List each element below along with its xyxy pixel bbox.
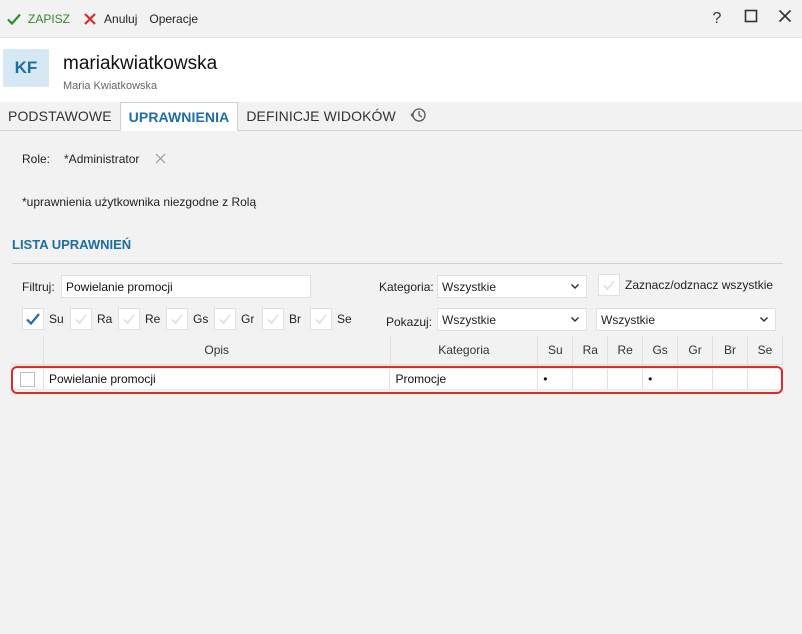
right-filter-se[interactable]: Se	[310, 308, 353, 330]
history-icon	[409, 106, 427, 127]
roles-row: Role: *Administrator	[22, 151, 166, 167]
checkbox-gr[interactable]	[214, 308, 236, 330]
right-filter-br[interactable]: Br	[262, 308, 305, 330]
cell-su[interactable]: •	[538, 369, 574, 389]
username-title: mariakwiatkowska	[63, 53, 218, 74]
operations-menu[interactable]: Operacje	[143, 0, 204, 37]
column-header-ra[interactable]: Ra	[573, 336, 609, 364]
checkbox-br[interactable]	[262, 308, 284, 330]
remove-role-icon[interactable]	[155, 151, 166, 167]
show-select-secondary-value: Wszystkie	[601, 312, 655, 327]
rights-filter-row: Su Ra Re Gs Gr Br Se	[22, 308, 358, 330]
section-title: LISTA UPRAWNIEŃ	[12, 237, 132, 252]
show-label: Pokazuj:	[386, 315, 433, 329]
column-header-br[interactable]: Br	[713, 336, 749, 364]
category-select-value: Wszystkie	[442, 279, 496, 294]
save-button[interactable]: ZAPISZ	[0, 0, 76, 37]
cell-kategoria: Promocje	[390, 369, 539, 389]
checkbox-su[interactable]	[22, 308, 44, 330]
roles-label: Role:	[22, 152, 51, 166]
tab-definicje-widokow[interactable]: DEFINICJE WIDOKÓW	[238, 102, 403, 130]
cell-re[interactable]	[608, 369, 644, 389]
toolbar: ZAPISZ Anuluj Operacje ?	[0, 0, 802, 37]
mismatch-note: *uprawnienia użytkownika niezgodne z Rol…	[22, 195, 257, 209]
toggle-all[interactable]: Zaznacz/odznacz wszystkie	[598, 274, 773, 296]
cell-gr[interactable]	[678, 369, 714, 389]
save-label: ZAPISZ	[28, 11, 71, 26]
cell-ra[interactable]	[573, 369, 609, 389]
row-checkbox[interactable]	[19, 371, 35, 387]
cell-se[interactable]	[748, 369, 784, 389]
table-row[interactable]: Powielanie promocji Promocje • •	[12, 369, 784, 390]
maximize-button[interactable]	[734, 0, 768, 37]
right-filter-gr[interactable]: Gr	[214, 308, 257, 330]
right-filter-ra[interactable]: Ra	[70, 308, 113, 330]
row-checkbox-cell[interactable]	[12, 369, 44, 389]
window-controls: ?	[700, 0, 802, 37]
operations-label: Operacje	[149, 11, 199, 26]
cell-br[interactable]	[713, 369, 749, 389]
grid-header: Opis Kategoria Su Ra Re Gs Gr Br Se	[12, 336, 783, 365]
chevron-down-icon	[759, 314, 769, 327]
help-button[interactable]: ?	[700, 0, 734, 37]
right-filter-su[interactable]: Su	[22, 308, 65, 330]
right-label-gs: Gs	[193, 312, 209, 326]
right-filter-re[interactable]: Re	[118, 308, 161, 330]
help-icon: ?	[712, 9, 722, 27]
chevron-down-icon	[570, 281, 580, 294]
permissions-grid: Opis Kategoria Su Ra Re Gs Gr Br Se Powi…	[11, 336, 784, 394]
avatar: KF	[3, 49, 49, 87]
checkbox-gs[interactable]	[166, 308, 188, 330]
column-header-kategoria[interactable]: Kategoria	[391, 336, 539, 364]
show-select[interactable]: Wszystkie	[437, 308, 587, 331]
right-label-ra: Ra	[97, 312, 113, 326]
right-label-se: Se	[337, 312, 352, 326]
column-header-select	[12, 336, 44, 364]
column-header-se[interactable]: Se	[748, 336, 783, 364]
toggle-all-checkbox[interactable]	[598, 274, 620, 296]
checkmark-icon	[6, 11, 22, 27]
tab-podstawowe[interactable]: PODSTAWOWE	[0, 102, 120, 130]
cell-opis: Powielanie promocji	[44, 369, 391, 389]
show-select-secondary[interactable]: Wszystkie	[596, 308, 776, 331]
column-header-re[interactable]: Re	[608, 336, 644, 364]
show-select-value: Wszystkie	[442, 312, 496, 327]
role-value: *Administrator	[64, 152, 140, 166]
user-edit-window: ZAPISZ Anuluj Operacje ? KF mariakwiatko…	[0, 0, 802, 634]
column-header-opis[interactable]: Opis	[44, 336, 391, 364]
category-label: Kategoria:	[379, 280, 434, 294]
right-label-su: Su	[49, 312, 64, 326]
checkbox-se[interactable]	[310, 308, 332, 330]
history-tab-button[interactable]	[404, 102, 432, 130]
maximize-icon	[744, 9, 758, 28]
close-icon	[82, 11, 98, 27]
cell-gs[interactable]: •	[643, 369, 679, 389]
fullname-subtitle: Maria Kwiatkowska	[63, 80, 158, 92]
filter-label: Filtruj:	[22, 280, 55, 294]
checkbox-re[interactable]	[118, 308, 140, 330]
right-label-re: Re	[145, 312, 161, 326]
permissions-panel: Role: *Administrator *uprawnienia użytko…	[0, 131, 802, 634]
user-header: KF mariakwiatkowska Maria Kwiatkowska	[0, 37, 802, 102]
right-label-gr: Gr	[241, 312, 255, 326]
filter-input[interactable]	[61, 275, 311, 298]
toggle-all-label: Zaznacz/odznacz wszystkie	[625, 278, 774, 292]
tab-uprawnienia[interactable]: UPRAWNIENIA	[119, 102, 239, 131]
category-select[interactable]: Wszystkie	[437, 275, 587, 298]
cancel-label: Anuluj	[104, 11, 138, 26]
right-label-br: Br	[289, 312, 301, 326]
section-divider	[12, 263, 783, 264]
tab-bar: PODSTAWOWE UPRAWNIENIA DEFINICJE WIDOKÓW	[0, 102, 802, 131]
close-window-button[interactable]	[768, 0, 802, 37]
column-header-gr[interactable]: Gr	[678, 336, 714, 364]
close-window-icon	[778, 9, 792, 28]
right-filter-gs[interactable]: Gs	[166, 308, 209, 330]
column-header-gs[interactable]: Gs	[643, 336, 679, 364]
cancel-button[interactable]: Anuluj	[76, 0, 143, 37]
chevron-down-icon	[570, 314, 580, 327]
column-header-su[interactable]: Su	[538, 336, 574, 364]
checkbox-ra[interactable]	[70, 308, 92, 330]
